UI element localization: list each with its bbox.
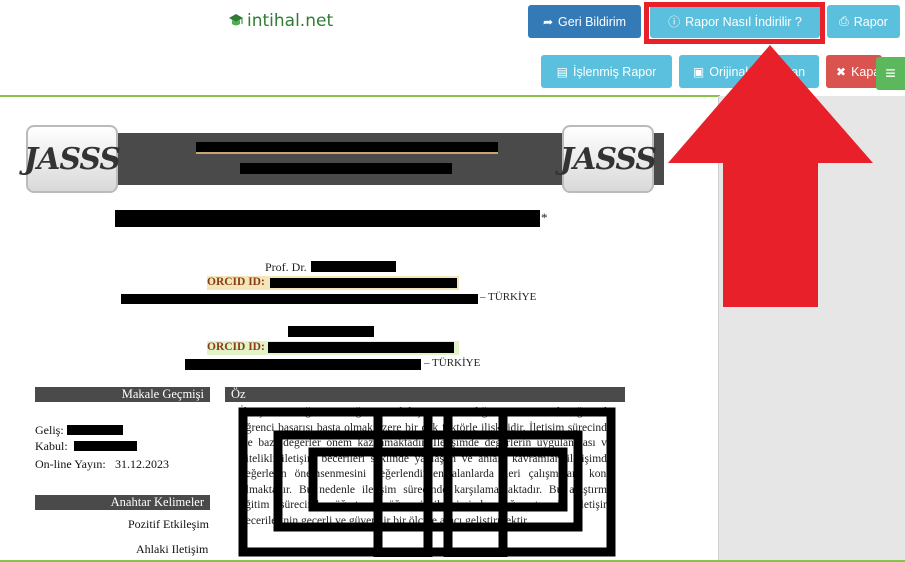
- document-icon: ▤: [556, 64, 568, 79]
- redacted-accepted-date: [74, 441, 137, 451]
- author-title: Prof. Dr.: [265, 260, 307, 274]
- online-date: 31.12.2023: [115, 457, 169, 471]
- title-asterisk: *: [541, 210, 548, 225]
- journal-logo-right: JASSS: [560, 125, 657, 193]
- redacted-affiliation-2: [185, 359, 421, 370]
- received-label: Geliş:: [35, 423, 64, 437]
- redacted-orcid-2: [268, 342, 454, 353]
- document-viewer: JASSS JASSS * Prof. Dr. ORCID ID: – TÜRK…: [0, 97, 718, 562]
- country-1: – TÜRKİYE: [480, 291, 537, 303]
- share-icon: ➦: [542, 14, 553, 29]
- redacted-author-2-name: [288, 326, 374, 337]
- redacted-article-title: [115, 210, 540, 227]
- brand-name: intihal.net: [247, 11, 334, 31]
- menu-toggle-button[interactable]: ≡: [876, 57, 905, 90]
- print-report-button[interactable]: ⎙ Rapor: [827, 5, 900, 38]
- highlight-annotation-box: [644, 2, 825, 44]
- print-icon: ⎙: [839, 14, 849, 28]
- feedback-button[interactable]: ➦ Geri Bildirim: [528, 5, 641, 38]
- keyword-1: Pozitif Etkileşim: [128, 517, 209, 531]
- keywords-heading: Anahtar Kelimeler: [35, 495, 210, 510]
- processed-report-button[interactable]: ▤ İşlenmiş Rapor: [541, 55, 672, 88]
- accepted-label: Kabul:: [35, 439, 68, 453]
- country-2: – TÜRKİYE: [424, 357, 481, 369]
- redacted-orcid-1: [270, 278, 457, 288]
- redacted-author-name: [311, 261, 396, 272]
- redacted-journal-subtitle: [240, 163, 452, 174]
- brand-logo[interactable]: intihal.net: [228, 11, 333, 31]
- journal-logo-left: JASSS: [24, 125, 121, 193]
- redacted-journal-title: [196, 142, 498, 154]
- hamburger-icon: ≡: [885, 63, 896, 83]
- abstract-heading: Öz: [225, 387, 625, 402]
- redacted-received-date: [67, 425, 123, 435]
- online-label: On-line Yayın:: [35, 457, 106, 471]
- pointer-arrow: [668, 45, 873, 307]
- redaction-scribble: [238, 407, 616, 557]
- article-history-heading: Makale Geçmişi: [35, 387, 210, 402]
- keyword-2: Ahlaki Iletişim: [136, 542, 209, 556]
- redacted-affiliation-1: [121, 294, 478, 304]
- graduation-cap-icon: [229, 14, 243, 26]
